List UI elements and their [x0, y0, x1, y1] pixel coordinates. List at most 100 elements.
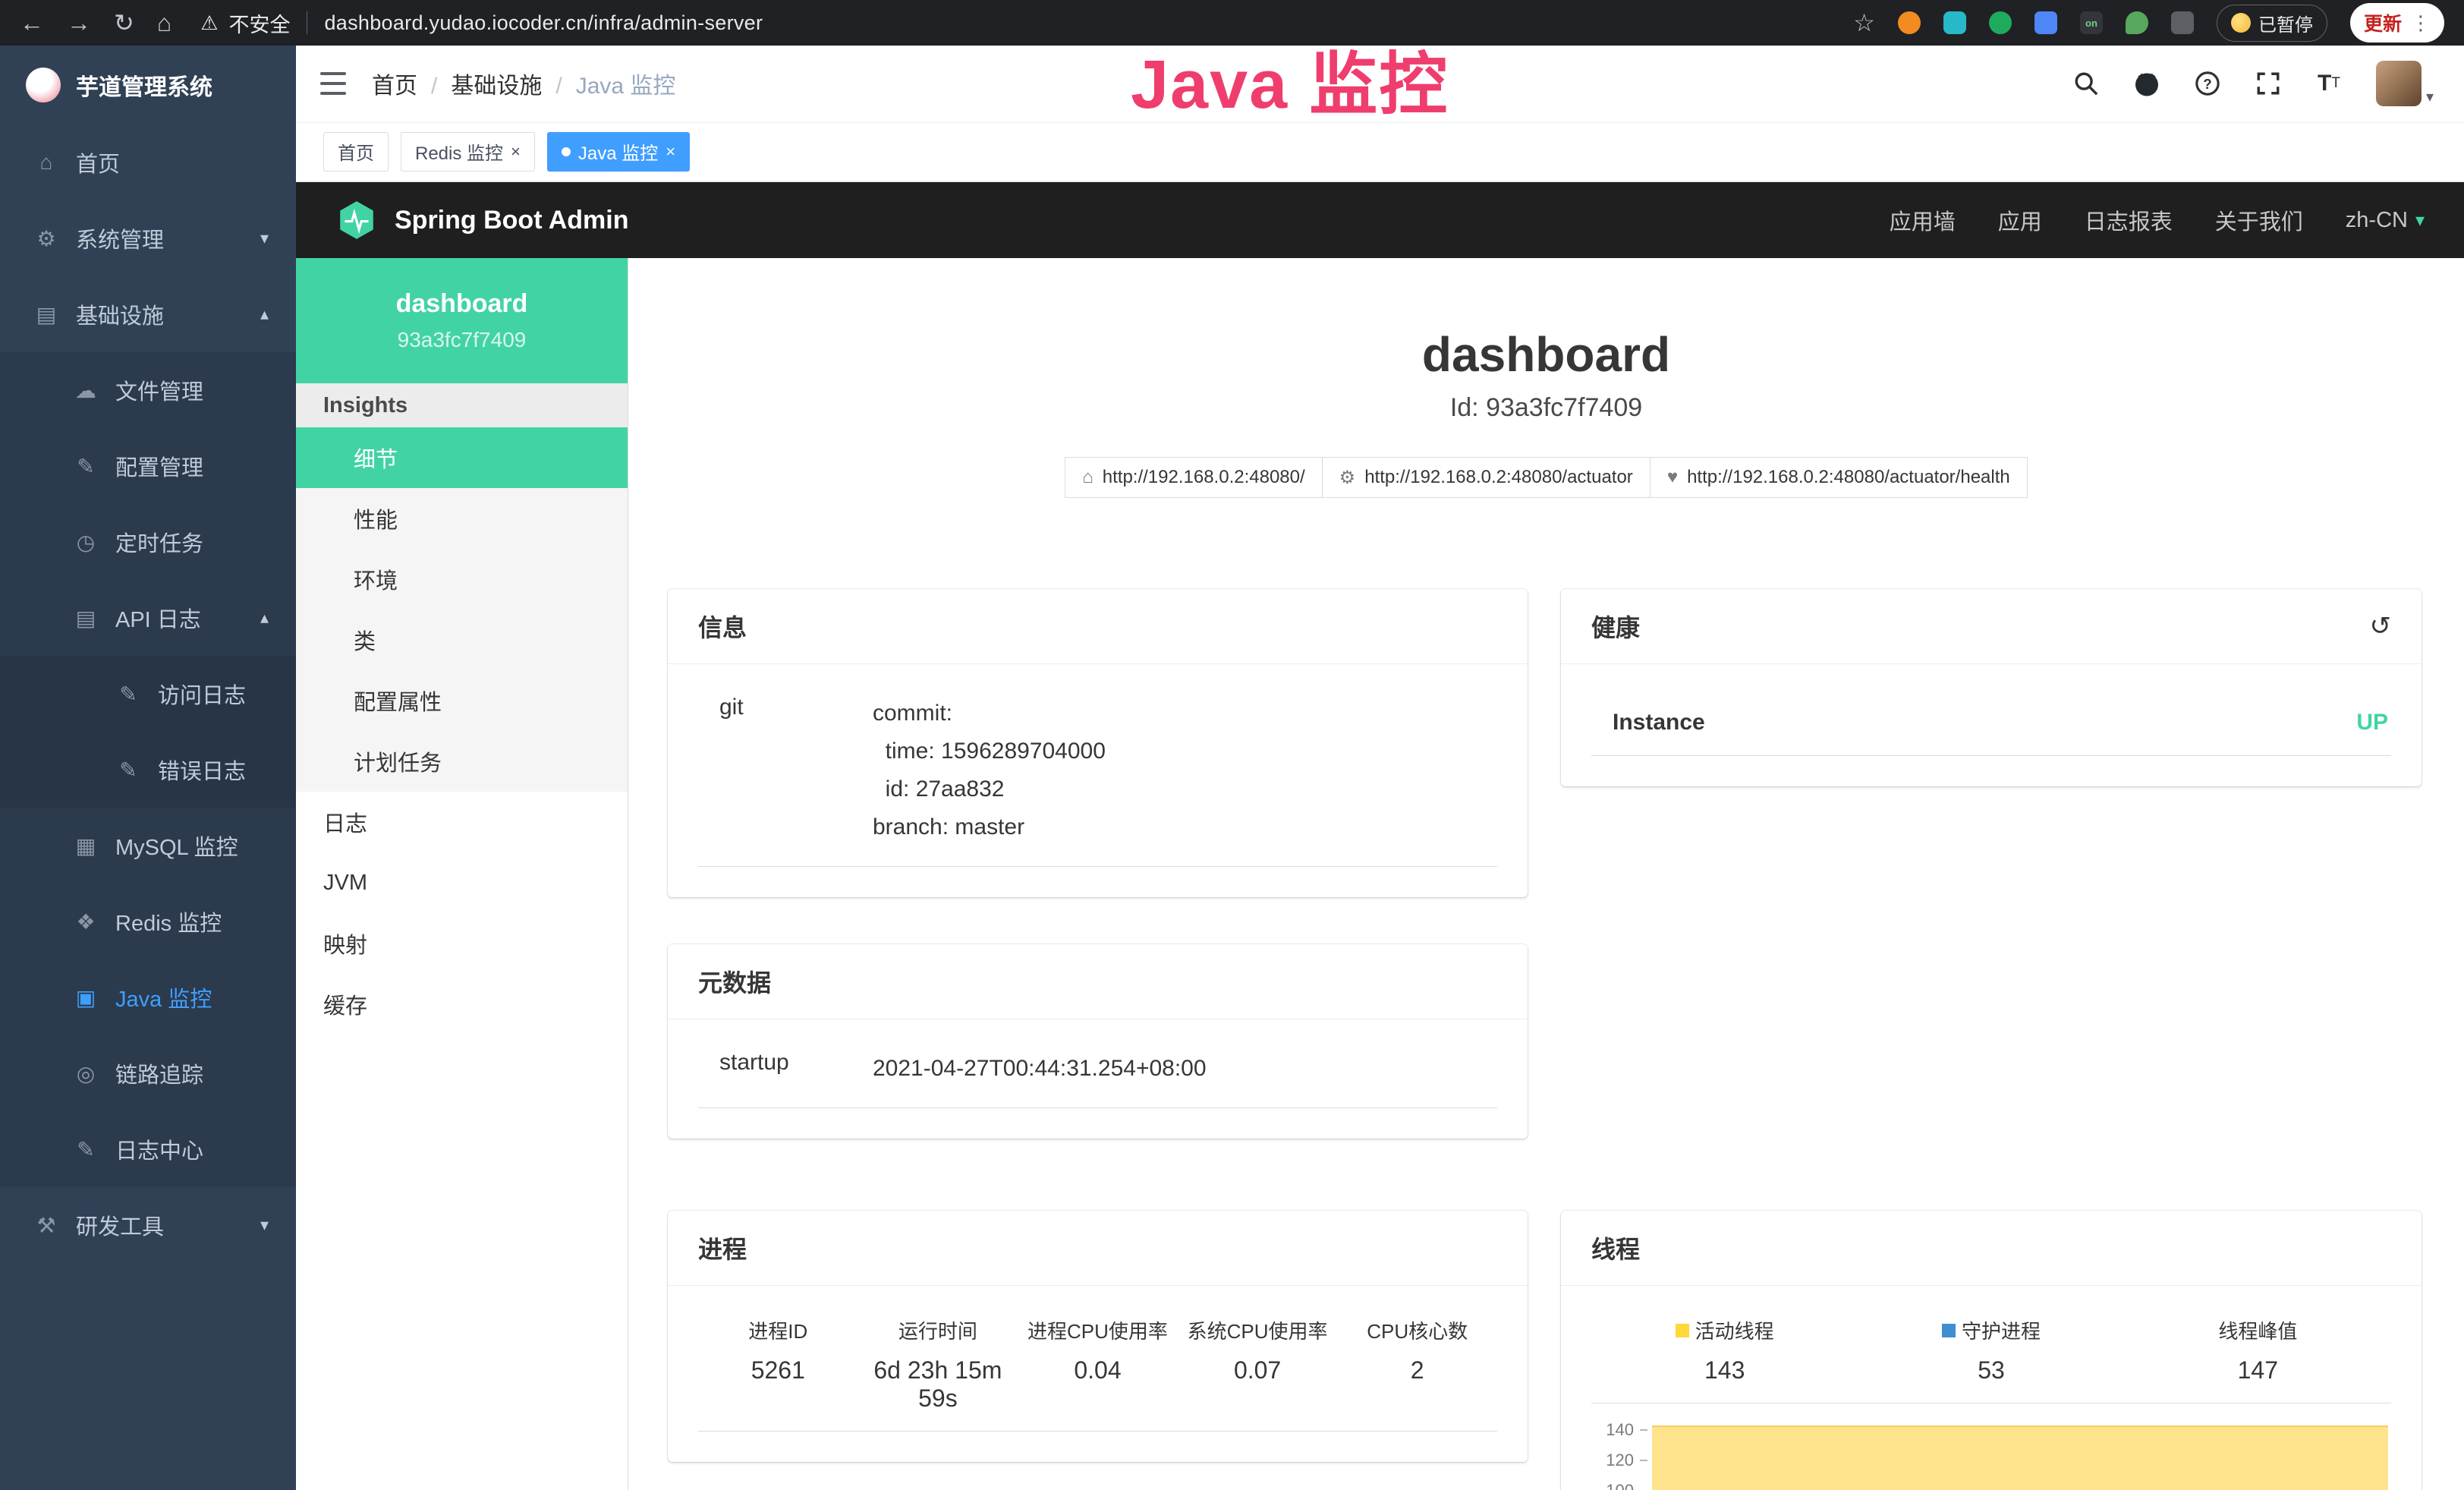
sidebar-item-file-management[interactable]: ☁ 文件管理 [0, 352, 296, 428]
threads-chart: 140 120 100 [1591, 1417, 2391, 1490]
sidebar-item-error-logs[interactable]: ✎ 错误日志 [0, 732, 296, 808]
instance-id-subtitle: Id: 93a3fc7f7409 [628, 393, 2464, 423]
metadata-key: startup [698, 1050, 873, 1088]
help-icon[interactable]: ? [2194, 70, 2221, 97]
extension-icon[interactable] [2126, 11, 2148, 34]
sba-nav-applications[interactable]: 应用 [1998, 204, 2042, 236]
update-button[interactable]: 更新 ⋮ [2350, 3, 2444, 43]
sidebar-item-dev-tools[interactable]: ⚒ 研发工具 ▾ [0, 1187, 296, 1263]
app-logo-row[interactable]: 芋道管理系统 [0, 46, 296, 124]
chevron-up-icon: ▴ [260, 608, 269, 628]
reload-button[interactable]: ↻ [114, 11, 134, 35]
info-card: 信息 git commit: time: 1596289704000 id: 2… [668, 589, 1528, 897]
forward-button[interactable]: → [67, 11, 91, 35]
close-icon[interactable]: × [666, 143, 675, 160]
extension-on-icon[interactable]: on [2080, 11, 2103, 34]
stat-process-cpu: 进程CPU使用率 0.04 [1018, 1316, 1178, 1413]
user-avatar[interactable] [2376, 61, 2422, 106]
instance-menu-jvm[interactable]: JVM [296, 852, 628, 913]
extension-icon[interactable] [1989, 11, 2012, 34]
instance-menu-caches[interactable]: 缓存 [296, 974, 628, 1035]
instance-menu-classes[interactable]: 类 [296, 610, 628, 670]
hamburger-menu-icon[interactable] [320, 72, 346, 95]
extension-icon[interactable] [2171, 11, 2194, 34]
sidebar-item-label: MySQL 监控 [115, 830, 238, 862]
app-logo [26, 68, 61, 102]
tab-java-monitor[interactable]: Java 监控 × [547, 132, 690, 172]
actuator-url-button[interactable]: ⚙ http://192.168.0.2:48080/actuator [1322, 457, 1651, 498]
sidebar-item-home[interactable]: ⌂ 首页 [0, 124, 296, 200]
home-button[interactable]: ⌂ [157, 11, 172, 35]
instance-menu-config-props[interactable]: 配置属性 [296, 670, 628, 731]
extension-icon[interactable] [1898, 11, 1921, 34]
history-icon[interactable]: ↺ [2370, 611, 2392, 641]
sba-navbar: Spring Boot Admin 应用墙 应用 日志报表 关于我们 zh-CN… [296, 182, 2464, 258]
threads-legend-row: 活动线程 143 守护进程 53 线程峰值 147 [1591, 1316, 2391, 1403]
tab-redis-monitor[interactable]: Redis 监控 × [401, 132, 535, 172]
sba-brand[interactable]: Spring Boot Admin [335, 199, 628, 241]
update-label: 更新 [2364, 9, 2402, 36]
document-icon: ✎ [73, 1137, 99, 1162]
github-icon[interactable] [2133, 70, 2160, 97]
tab-label: 首页 [338, 138, 374, 165]
sidebar-item-redis-monitor[interactable]: ❖ Redis 监控 [0, 884, 296, 959]
extension-icon[interactable] [2034, 11, 2057, 34]
sba-nav-about[interactable]: 关于我们 [2215, 204, 2303, 236]
instance-name: dashboard [396, 289, 528, 319]
language-selector[interactable]: zh-CN ▾ [2346, 208, 2425, 233]
tab-label: Java 监控 [578, 138, 658, 165]
sidebar-item-tracing[interactable]: ◎ 链路追踪 [0, 1035, 296, 1111]
insights-group-label: Insights [296, 383, 628, 427]
breadcrumb-item[interactable]: 首页 [372, 67, 451, 100]
sidebar-item-infrastructure[interactable]: ▤ 基础设施 ▴ [0, 276, 296, 352]
sidebar-item-label: 首页 [76, 146, 120, 178]
sidebar-item-java-monitor[interactable]: ▣ Java 监控 [0, 959, 296, 1035]
caret-down-icon: ▾ [2426, 87, 2434, 106]
instance-menu-details[interactable]: 细节 [296, 427, 628, 488]
url-text: dashboard.yudao.iocoder.cn/infra/admin-s… [324, 11, 763, 35]
breadcrumb-item[interactable]: 基础设施 [451, 67, 575, 100]
sidebar-item-label: 系统管理 [76, 222, 164, 254]
instance-menu-scheduled-tasks[interactable]: 计划任务 [296, 731, 628, 792]
sidebar-item-access-logs[interactable]: ✎ 访问日志 [0, 656, 296, 732]
instance-menu-environment[interactable]: 环境 [296, 549, 628, 610]
address-bar[interactable]: ⚠ 不安全 dashboard.yudao.iocoder.cn/infra/a… [200, 8, 763, 38]
service-url-button[interactable]: ⌂ http://192.168.0.2:48080/ [1065, 457, 1322, 498]
instance-menu-performance[interactable]: 性能 [296, 488, 628, 549]
sidebar-item-label: 错误日志 [158, 754, 246, 786]
sba-nav-journal[interactable]: 日志报表 [2085, 204, 2173, 236]
sidebar-item-log-center[interactable]: ✎ 日志中心 [0, 1111, 296, 1187]
wrench-icon: ⚙ [1339, 467, 1356, 489]
sidebar-item-scheduled-tasks[interactable]: ◷ 定时任务 [0, 504, 296, 580]
extension-icon[interactable] [1943, 11, 1966, 34]
live-threads-area [1652, 1425, 2388, 1490]
fullscreen-icon[interactable] [2255, 70, 2282, 97]
sidebar-item-mysql-monitor[interactable]: ▦ MySQL 监控 [0, 808, 296, 884]
close-icon[interactable]: × [511, 143, 521, 160]
caret-down-icon: ▾ [2415, 209, 2425, 232]
health-card-title: 健康 [1591, 609, 1640, 644]
sidebar-item-label: 访问日志 [158, 678, 246, 710]
tab-home[interactable]: 首页 [323, 132, 389, 172]
sidebar-item-api-logs[interactable]: ▤ API 日志 ▴ [0, 580, 296, 656]
metadata-card: 元数据 startup 2021-04-27T00:44:31.254+08:0… [668, 944, 1528, 1139]
sba-nav-wallboard[interactable]: 应用墙 [1890, 204, 1956, 236]
paused-badge[interactable]: 已暂停 [2217, 5, 2327, 42]
legend-blue-swatch [1942, 1324, 1956, 1337]
sidebar-item-config-management[interactable]: ✎ 配置管理 [0, 428, 296, 504]
chevron-down-icon: ▾ [260, 228, 269, 248]
bookmark-star-icon[interactable]: ☆ [1853, 11, 1875, 35]
breadcrumb: 首页 基础设施 Java 监控 [372, 67, 675, 100]
health-url: http://192.168.0.2:48080/actuator/health [1687, 467, 2010, 488]
info-value: commit: time: 1596289704000 id: 27aa832 … [873, 695, 1106, 846]
instance-menu-logs[interactable]: 日志 [296, 792, 628, 852]
search-icon[interactable] [2072, 70, 2100, 97]
health-url-button[interactable]: ♥ http://192.168.0.2:48080/actuator/heal… [1650, 457, 2028, 498]
back-button[interactable]: ← [20, 11, 44, 35]
document-icon: ✎ [115, 758, 141, 783]
browser-menu-icon[interactable]: ⋮ [2411, 11, 2431, 35]
sidebar-item-system-management[interactable]: ⚙ 系统管理 ▾ [0, 200, 296, 276]
font-size-icon[interactable]: TT [2315, 70, 2343, 97]
tools-icon: ⚒ [33, 1213, 59, 1238]
instance-menu-mappings[interactable]: 映射 [296, 913, 628, 974]
